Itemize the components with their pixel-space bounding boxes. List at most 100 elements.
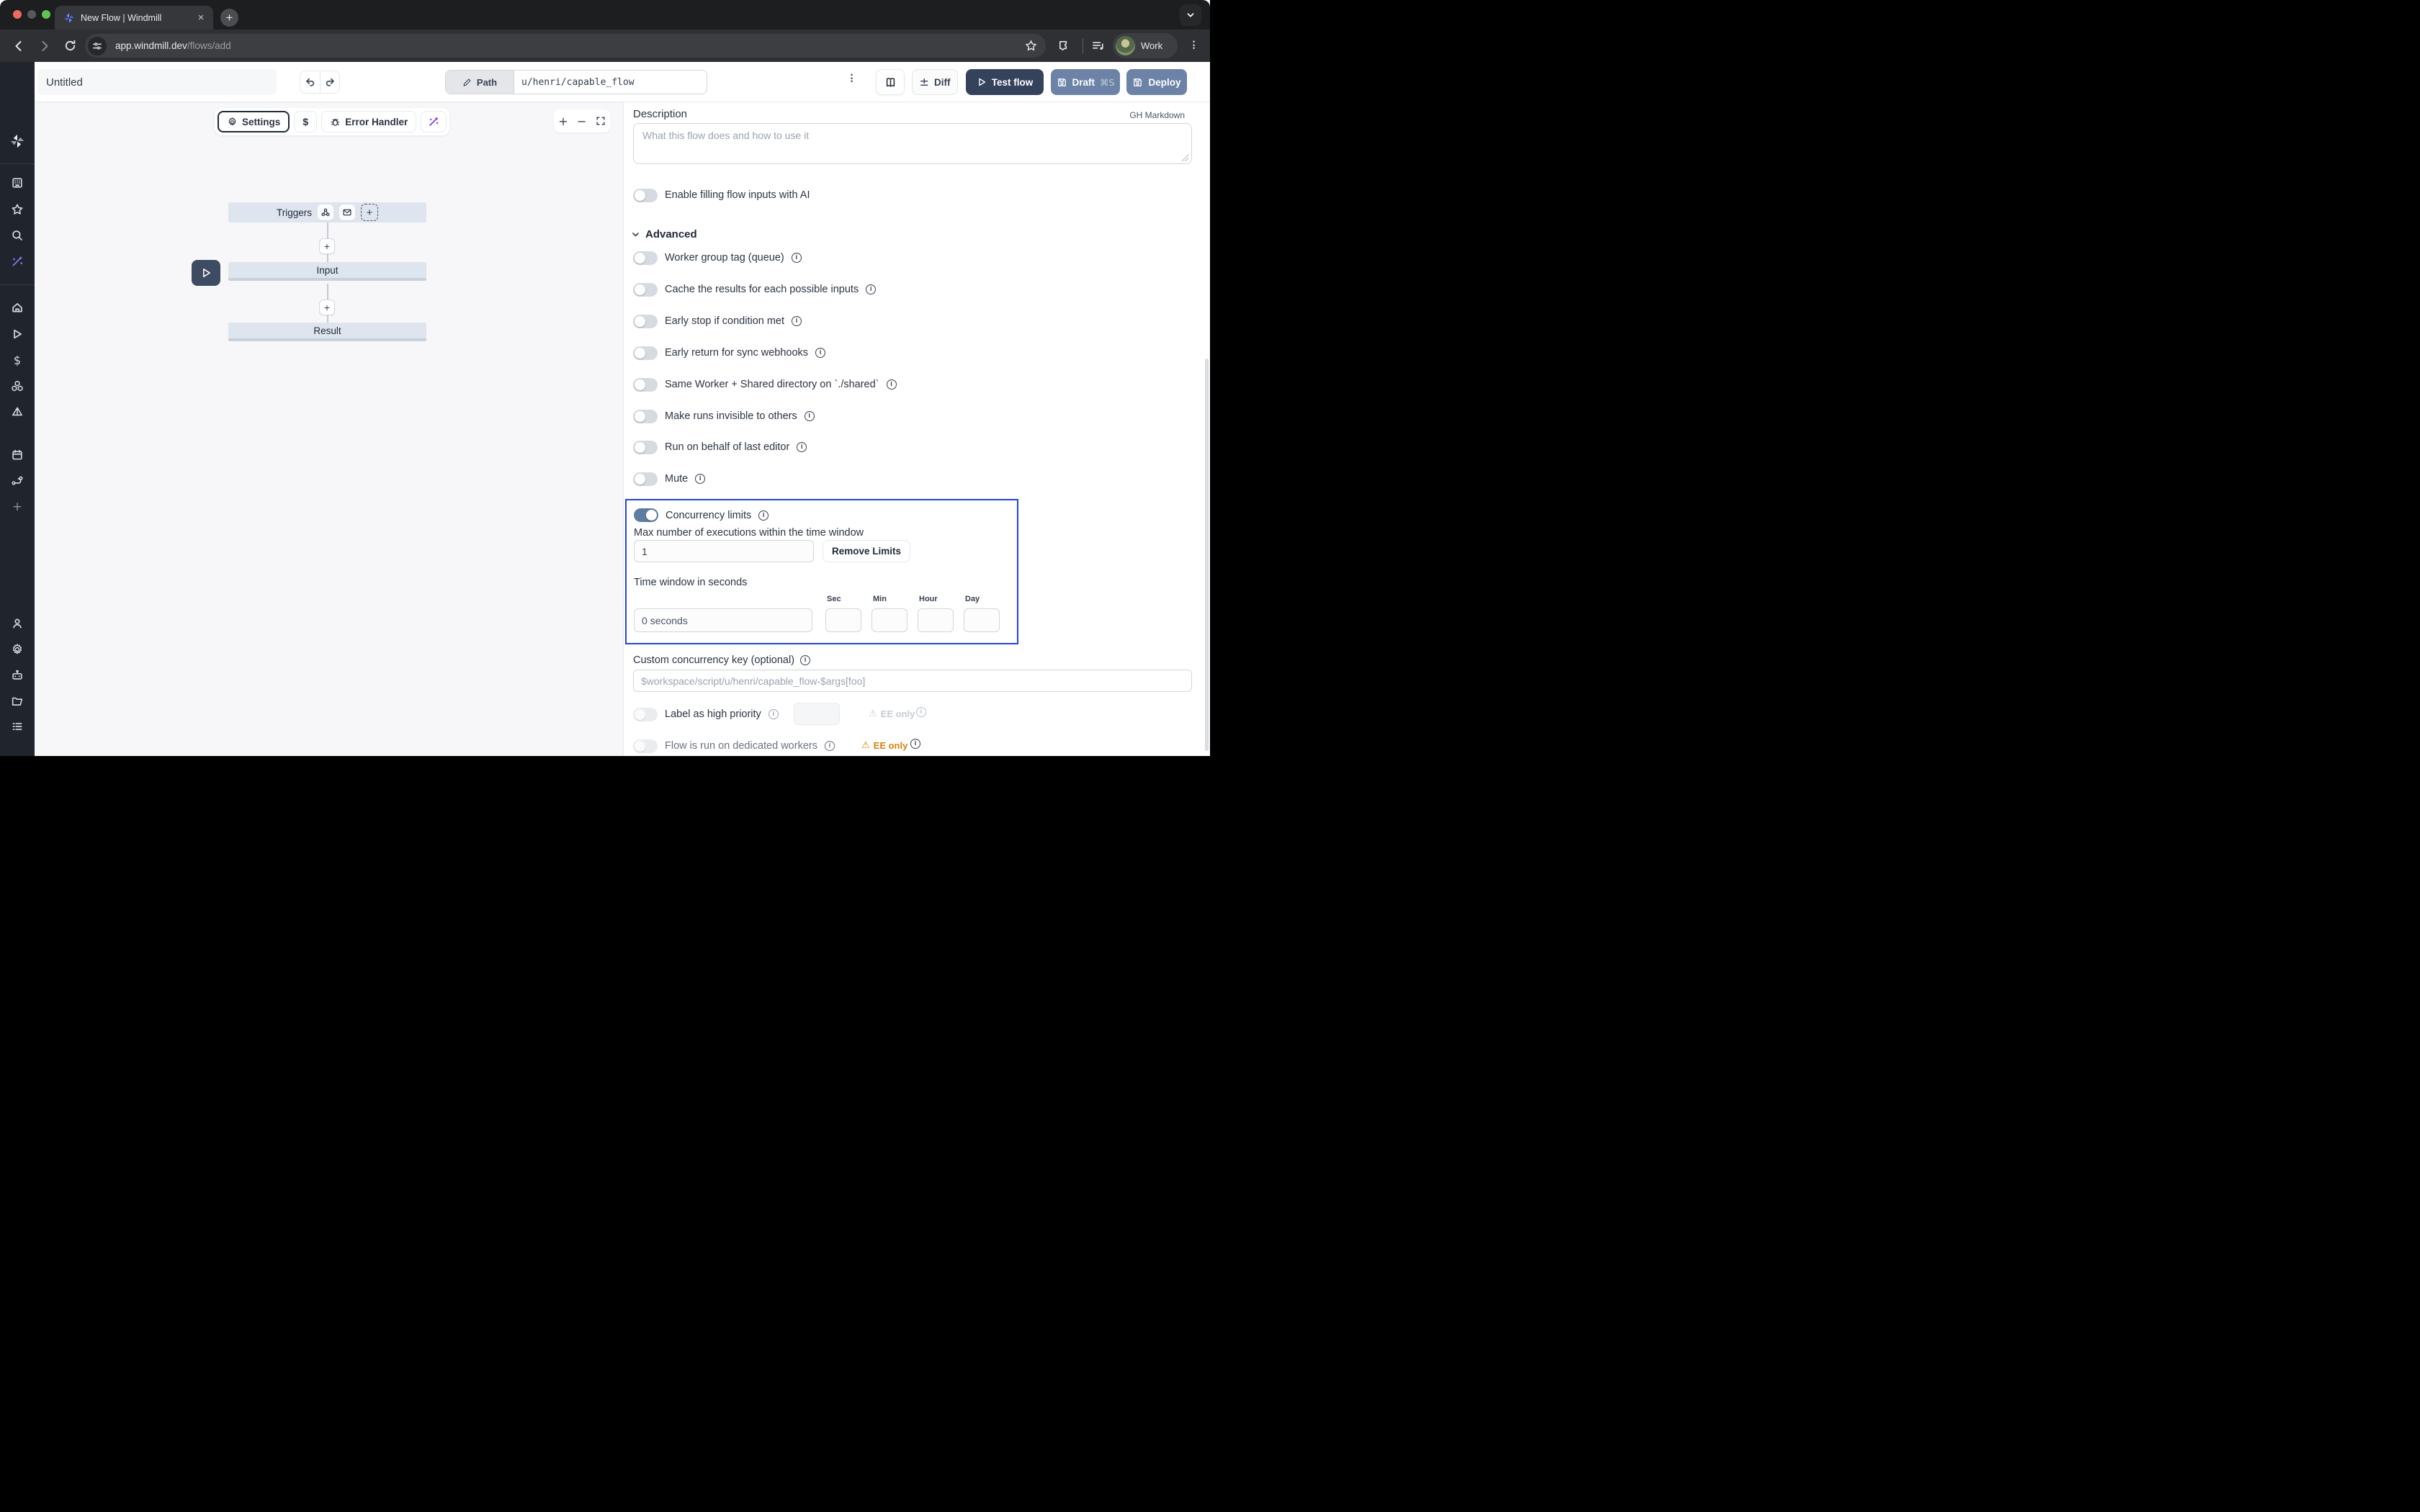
info-icon[interactable]: [792, 316, 802, 326]
result-node[interactable]: Result: [228, 323, 426, 341]
toggle-runs-invisible[interactable]: [633, 410, 658, 423]
browser-menu-icon[interactable]: [1193, 40, 1195, 50]
info-icon[interactable]: [910, 739, 920, 749]
tab-search-button[interactable]: [1180, 4, 1201, 26]
toggle-concurrency-limits[interactable]: [634, 508, 658, 522]
macos-minimize-button[interactable]: [27, 10, 36, 19]
forward-icon[interactable]: [37, 39, 52, 53]
advanced-section-header[interactable]: Advanced: [631, 228, 697, 240]
sidebar-item-runs[interactable]: [10, 327, 24, 341]
settings-button[interactable]: Settings: [218, 111, 290, 132]
custom-concurrency-key-input[interactable]: [633, 670, 1192, 692]
info-icon[interactable]: [916, 707, 926, 717]
sidebar-item-users[interactable]: [10, 616, 24, 631]
media-controls-icon[interactable]: [1091, 39, 1105, 53]
description-textarea[interactable]: [633, 123, 1192, 164]
run-input-button[interactable]: [192, 260, 220, 286]
more-options-icon[interactable]: [851, 73, 853, 84]
info-icon[interactable]: [797, 442, 807, 452]
info-icon[interactable]: [695, 474, 705, 484]
bookmark-star-icon[interactable]: [1025, 40, 1037, 52]
flow-canvas[interactable]: Settings $ Error Handler + − Triggers: [35, 102, 624, 756]
browser-tab[interactable]: New Flow | Windmill ×: [55, 6, 213, 30]
variables-button[interactable]: $: [294, 111, 317, 132]
flow-path-input[interactable]: [521, 77, 699, 88]
ai-builder-button[interactable]: [421, 111, 447, 132]
toggle-mute[interactable]: [633, 472, 658, 486]
zoom-in-icon[interactable]: +: [558, 114, 568, 128]
info-icon[interactable]: [866, 284, 876, 294]
windmill-logo[interactable]: [9, 132, 26, 150]
flow-summary-input[interactable]: [37, 69, 277, 95]
time-window-input[interactable]: [634, 608, 812, 632]
info-icon[interactable]: [768, 709, 779, 719]
insert-step-button[interactable]: +: [319, 300, 335, 315]
toggle-cache-results[interactable]: [633, 283, 658, 297]
insert-step-button[interactable]: +: [319, 238, 335, 254]
redo-button[interactable]: [320, 71, 339, 93]
toggle-early-stop[interactable]: [633, 315, 658, 328]
sidebar-item-variables[interactable]: $: [10, 353, 24, 367]
back-icon[interactable]: [12, 39, 26, 53]
input-node[interactable]: Input: [228, 262, 426, 281]
info-icon[interactable]: [815, 348, 825, 358]
sidebar-item-ai-wand[interactable]: [10, 254, 24, 269]
error-handler-button[interactable]: Error Handler: [321, 111, 416, 132]
undo-button[interactable]: [300, 71, 320, 93]
webhook-trigger-icon[interactable]: [318, 204, 333, 220]
docs-button[interactable]: [876, 69, 905, 95]
zoom-out-icon[interactable]: −: [577, 114, 586, 128]
sidebar-item-search[interactable]: [10, 228, 24, 243]
browser-profile-button[interactable]: Work: [1113, 33, 1178, 58]
toggle-same-worker[interactable]: [633, 378, 658, 392]
minutes-input[interactable]: [871, 608, 908, 632]
sidebar-item-workers[interactable]: [10, 668, 24, 683]
toggle-early-return[interactable]: [633, 346, 658, 360]
fit-view-icon[interactable]: [596, 116, 606, 126]
custom-key-label-row: Custom concurrency key (optional): [633, 654, 810, 666]
custom-key-label: Custom concurrency key (optional): [633, 654, 794, 666]
sidebar-item-workspace[interactable]: [10, 176, 24, 190]
info-icon[interactable]: [800, 655, 810, 665]
info-icon[interactable]: [805, 411, 815, 421]
macos-close-button[interactable]: [13, 10, 22, 19]
days-input[interactable]: [964, 608, 1000, 632]
sidebar-item-resources[interactable]: [10, 379, 24, 393]
info-icon[interactable]: [758, 510, 768, 521]
new-tab-button[interactable]: +: [220, 9, 238, 27]
add-trigger-button[interactable]: +: [361, 204, 378, 221]
panel-scrollbar[interactable]: [1205, 359, 1209, 751]
toggle-run-on-behalf[interactable]: [633, 441, 658, 454]
info-icon[interactable]: [792, 253, 802, 263]
sidebar-item-favorites[interactable]: [10, 202, 24, 217]
remove-limits-button[interactable]: Remove Limits: [823, 540, 910, 562]
reload-icon[interactable]: [63, 39, 78, 53]
sidebar-item-schedules-prism[interactable]: [10, 405, 24, 419]
sidebar-item-add[interactable]: +: [10, 500, 24, 514]
save-draft-button[interactable]: Draft ⌘S: [1051, 69, 1120, 95]
tab-close-icon[interactable]: ×: [194, 12, 207, 24]
toggle-worker-group-tag[interactable]: [633, 251, 658, 265]
hours-input[interactable]: [918, 608, 954, 632]
site-settings-icon[interactable]: [88, 37, 107, 55]
sidebar-item-folders[interactable]: [10, 694, 24, 708]
toggle-ai-flow-inputs[interactable]: [633, 189, 658, 202]
sidebar-item-audit-logs[interactable]: [10, 719, 24, 734]
sidebar-item-settings[interactable]: [10, 642, 24, 657]
triggers-node[interactable]: Triggers +: [228, 202, 426, 222]
diff-button[interactable]: ± Diff: [912, 69, 958, 95]
deploy-button[interactable]: Deploy: [1126, 69, 1187, 95]
extensions-icon[interactable]: [1057, 39, 1071, 53]
email-trigger-icon[interactable]: [339, 204, 355, 220]
info-icon[interactable]: [825, 741, 835, 751]
sidebar-item-home[interactable]: [10, 300, 24, 315]
url-bar[interactable]: app.windmill.dev/flows/add: [85, 34, 1046, 58]
sidebar-item-calendar[interactable]: [10, 448, 24, 462]
test-flow-button[interactable]: Test flow: [966, 69, 1044, 95]
macos-fullscreen-button[interactable]: [42, 10, 50, 19]
seconds-input[interactable]: [825, 608, 861, 632]
sidebar-item-flows[interactable]: [10, 474, 24, 488]
resize-grip-icon[interactable]: [1180, 153, 1188, 161]
max-executions-input[interactable]: [634, 540, 814, 562]
info-icon[interactable]: [887, 379, 897, 390]
